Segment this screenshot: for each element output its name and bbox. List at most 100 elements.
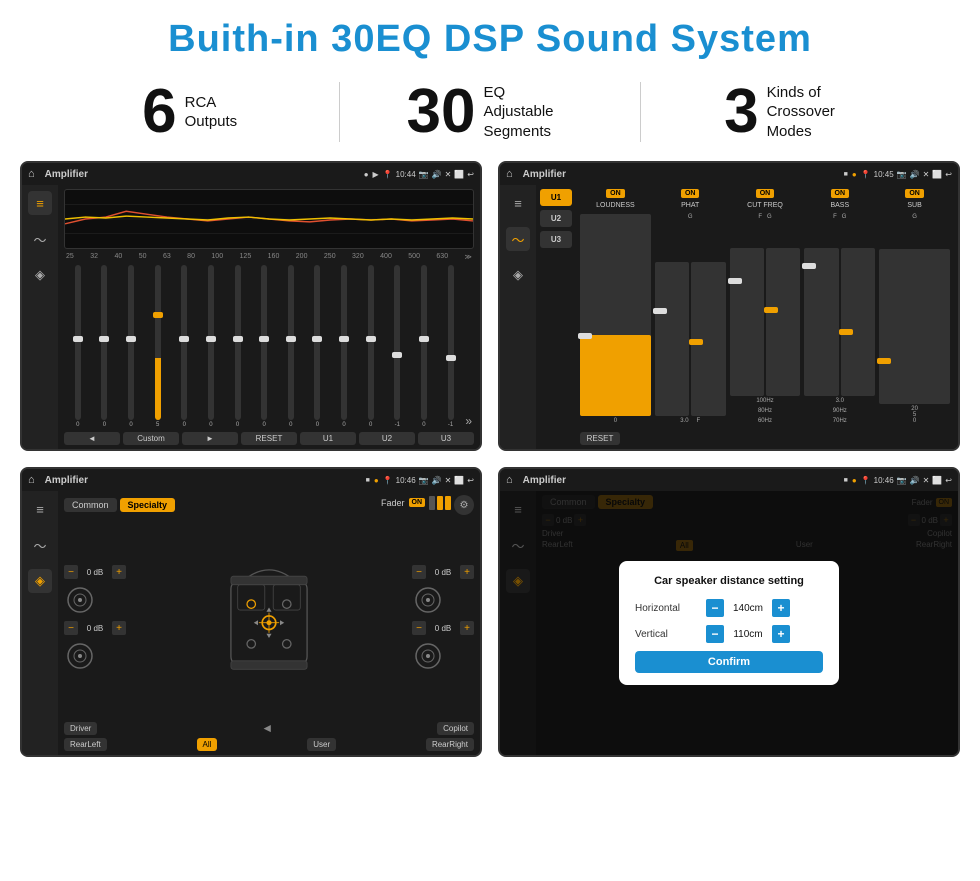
xover-reset-button[interactable]: RESET xyxy=(580,432,620,445)
db-plus-bl[interactable]: + xyxy=(112,621,126,635)
speaker-bottom-2: RearLeft All User RearRight xyxy=(64,738,474,751)
dialog-horizontal-row: Horizontal − 140cm + xyxy=(635,599,823,617)
eq-slider-7[interactable]: 0 xyxy=(252,265,276,428)
eq-slider-12[interactable]: -1 xyxy=(386,265,410,428)
db-minus-bl[interactable]: − xyxy=(64,621,78,635)
eq-play-icon: ▶ xyxy=(373,170,379,179)
db-minus-tr[interactable]: − xyxy=(412,565,426,579)
screens-grid: ⌂ Amplifier ● ▶ 📍 10:44 📷 🔊 ✕ ⬜ ↩ ≡ 〜 ◈ xyxy=(0,161,980,767)
phat-toggle[interactable]: ON xyxy=(681,189,700,198)
eq-slider-8[interactable]: 0 xyxy=(279,265,303,428)
horizontal-plus-button[interactable]: + xyxy=(772,599,790,617)
dlg-screen-title: Amplifier xyxy=(523,475,838,486)
dlg-status-bar: ⌂ Amplifier ■ ● 📍 10:46 📷🔊✕⬜ ↩ xyxy=(500,469,958,491)
stat-label-eq: EQ Adjustable Segments xyxy=(483,83,573,142)
fader-on-badge[interactable]: ON xyxy=(409,498,426,507)
xover-home-icon[interactable]: ⌂ xyxy=(506,168,513,180)
eq-slider-4[interactable]: 0 xyxy=(173,265,197,428)
eq-u2-button[interactable]: U2 xyxy=(359,432,415,445)
db-minus-tl[interactable]: − xyxy=(64,565,78,579)
eq-slider-11[interactable]: 0 xyxy=(359,265,383,428)
copilot-button[interactable]: Copilot xyxy=(437,722,474,735)
loudness-toggle[interactable]: ON xyxy=(606,189,625,198)
settings-icon[interactable]: ⚙ xyxy=(454,495,474,515)
stat-divider-2 xyxy=(640,82,641,142)
speaker-bottom: Driver ◄ Copilot xyxy=(64,721,474,735)
eq-reset-button[interactable]: RESET xyxy=(241,432,297,445)
db-plus-tl[interactable]: + xyxy=(112,565,126,579)
xover-u2-button[interactable]: U2 xyxy=(540,210,572,227)
spk-back-icon[interactable]: ↩ xyxy=(467,476,474,485)
stat-label-rca: RCA Outputs xyxy=(185,93,238,132)
all-button[interactable]: All xyxy=(197,738,218,751)
confirm-button[interactable]: Confirm xyxy=(635,651,823,673)
sub-toggle[interactable]: ON xyxy=(905,189,924,198)
db-minus-br[interactable]: − xyxy=(412,621,426,635)
dlg-home-icon[interactable]: ⌂ xyxy=(506,474,513,486)
spk-home-icon[interactable]: ⌂ xyxy=(28,474,35,486)
tab-common[interactable]: Common xyxy=(64,498,117,512)
back-icon[interactable]: ↩ xyxy=(467,170,474,179)
xover-dot2-icon: ● xyxy=(852,170,857,179)
eq-filter-icon[interactable]: ≡ xyxy=(28,191,52,215)
eq-play-button[interactable]: ► xyxy=(182,432,238,445)
eq-wave-icon[interactable]: 〜 xyxy=(28,227,52,251)
db-plus-br[interactable]: + xyxy=(460,621,474,635)
driver-button[interactable]: Driver xyxy=(64,722,97,735)
horizontal-minus-button[interactable]: − xyxy=(706,599,724,617)
dlg-back-icon[interactable]: ↩ xyxy=(945,476,952,485)
dialog-overlay: Car speaker distance setting Horizontal … xyxy=(500,491,958,755)
home-icon[interactable]: ⌂ xyxy=(28,168,35,180)
eq-slider-10[interactable]: 0 xyxy=(332,265,356,428)
xover-back-icon[interactable]: ↩ xyxy=(945,170,952,179)
eq-preset-custom[interactable]: Custom xyxy=(123,432,179,445)
rearleft-button[interactable]: RearLeft xyxy=(64,738,107,751)
db-value-br: 0 dB xyxy=(429,624,457,633)
eq-graph xyxy=(64,189,474,249)
xover-content: U1 U2 U3 ON LOUDNESS xyxy=(536,185,958,449)
stat-divider-1 xyxy=(339,82,340,142)
spk-wave-icon[interactable]: 〜 xyxy=(28,533,52,557)
spk-speaker-icon[interactable]: ◈ xyxy=(28,569,52,593)
xover-u1-button[interactable]: U1 xyxy=(540,189,572,206)
eq-bottom-bar: ◄ Custom ► RESET U1 U2 U3 xyxy=(64,432,474,445)
eq-slider-14[interactable]: -1 xyxy=(439,265,463,428)
eq-u3-button[interactable]: U3 xyxy=(418,432,474,445)
xover-status-bar: ⌂ Amplifier ■ ● 📍 10:45 📷🔊✕⬜ ↩ xyxy=(500,163,958,185)
xover-speaker-icon[interactable]: ◈ xyxy=(506,263,530,287)
spk-screen-title: Amplifier xyxy=(45,475,360,486)
db-plus-tr[interactable]: + xyxy=(460,565,474,579)
eq-prev-button[interactable]: ◄ xyxy=(64,432,120,445)
eq-screen-body: ≡ 〜 ◈ 2 xyxy=(22,185,480,449)
xover-wave-icon[interactable]: 〜 xyxy=(506,227,530,251)
rearright-button[interactable]: RearRight xyxy=(426,738,474,751)
eq-slider-0[interactable]: 0 xyxy=(66,265,90,428)
db-value-bl: 0 dB xyxy=(81,624,109,633)
eq-speaker-icon[interactable]: ◈ xyxy=(28,263,52,287)
eq-slider-1[interactable]: 0 xyxy=(93,265,117,428)
eq-slider-2[interactable]: 0 xyxy=(119,265,143,428)
eq-slider-3[interactable]: 5 xyxy=(146,265,170,428)
spk-filter-icon[interactable]: ≡ xyxy=(28,497,52,521)
tab-specialty[interactable]: Specialty xyxy=(120,498,176,512)
cutfreq-toggle[interactable]: ON xyxy=(756,189,775,198)
vertical-minus-button[interactable]: − xyxy=(706,625,724,643)
xover-u3-button[interactable]: U3 xyxy=(540,231,572,248)
eq-slider-9[interactable]: 0 xyxy=(306,265,330,428)
eq-slider-6[interactable]: 0 xyxy=(226,265,250,428)
eq-slider-5[interactable]: 0 xyxy=(199,265,223,428)
eq-more-icon[interactable]: » xyxy=(465,414,472,428)
db-control-tl: − 0 dB + xyxy=(64,565,126,579)
stat-number-crossover: 3 xyxy=(724,81,758,143)
eq-u1-button[interactable]: U1 xyxy=(300,432,356,445)
user-button[interactable]: User xyxy=(307,738,336,751)
xover-sidebar: ≡ 〜 ◈ xyxy=(500,185,536,449)
vertical-plus-button[interactable]: + xyxy=(772,625,790,643)
spk-time: 10:46 xyxy=(396,476,416,485)
eq-content: 2532405063 80100125160200 25032040050063… xyxy=(58,185,480,449)
speaker-circle-bl xyxy=(64,640,96,672)
eq-slider-13[interactable]: 0 xyxy=(412,265,436,428)
xover-filter-icon[interactable]: ≡ xyxy=(506,191,530,215)
dialog-box: Car speaker distance setting Horizontal … xyxy=(619,561,839,685)
bass-toggle[interactable]: ON xyxy=(831,189,850,198)
